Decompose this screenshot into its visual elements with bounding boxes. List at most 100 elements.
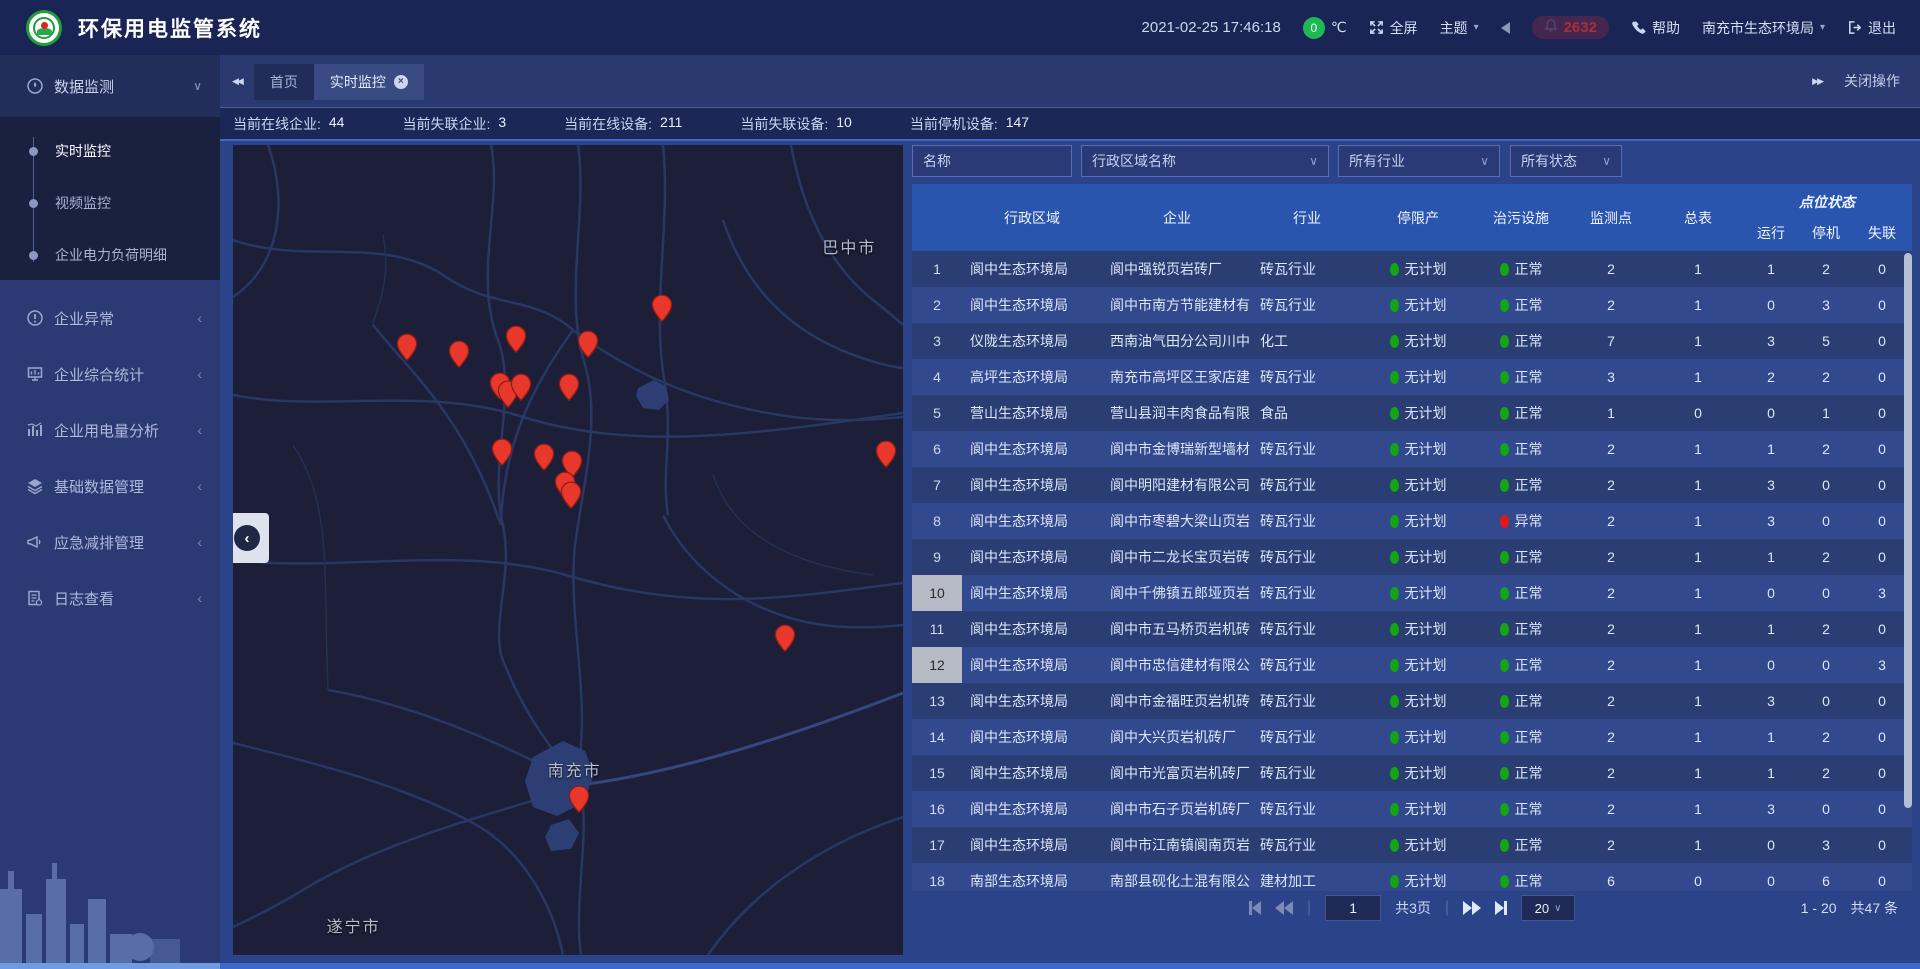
col-industry: 行业: [1252, 184, 1362, 251]
cell-industry: 砖瓦行业: [1252, 611, 1362, 647]
page-number-input[interactable]: 1: [1325, 895, 1381, 921]
map-pin[interactable]: [875, 440, 896, 474]
table-row[interactable]: 7阆中生态环境局阆中明阳建材有限公司砖瓦行业无计划正常21300: [912, 467, 1912, 503]
notification-badge[interactable]: 2632: [1532, 16, 1609, 39]
cell-limit-status: 无计划: [1362, 467, 1474, 503]
table-row[interactable]: 3仪陇生态环境局西南油气田分公司川中化工无计划正常71350: [912, 323, 1912, 359]
chevron-left-icon: ‹: [197, 590, 202, 606]
table-row[interactable]: 11阆中生态环境局阆中市五马桥页岩机砖砖瓦行业无计划正常21120: [912, 611, 1912, 647]
name-input[interactable]: [923, 153, 1061, 169]
next-page-icon[interactable]: [1463, 901, 1481, 915]
map-pin[interactable]: [558, 373, 579, 407]
cell-company: 阆中市金福旺页岩机砖: [1102, 683, 1252, 719]
cell-company: 阆中大兴页岩机砖厂: [1102, 719, 1252, 755]
status-select[interactable]: 所有状态 ∨: [1510, 145, 1622, 177]
map-pin[interactable]: [775, 624, 796, 658]
table-row[interactable]: 2阆中生态环境局阆中市南方节能建材有砖瓦行业无计划正常21030: [912, 287, 1912, 323]
status-dot-green: [1500, 839, 1509, 852]
chevron-down-icon: ∨: [1554, 903, 1561, 914]
cell-industry: 砖瓦行业: [1252, 503, 1362, 539]
cell-stopped: 2: [1800, 431, 1852, 467]
industry-select[interactable]: 所有行业 ∨: [1338, 145, 1500, 177]
close-operations-button[interactable]: 关闭操作: [1844, 71, 1900, 91]
table-row[interactable]: 12阆中生态环境局阆中市忠信建材有限公砖瓦行业无计划正常21003: [912, 647, 1912, 683]
prev-page-icon[interactable]: [1275, 901, 1293, 915]
fullscreen-button[interactable]: 全屏: [1369, 18, 1418, 38]
cell-company: 阆中市忠信建材有限公: [1102, 647, 1252, 683]
cell-lost: 0: [1852, 323, 1912, 359]
table-row[interactable]: 16阆中生态环境局阆中市石子页岩机砖厂砖瓦行业无计划正常21300: [912, 791, 1912, 827]
right-panel: 行政区域名称 ∨ 所有行业 ∨ 所有状态 ∨ 行政区域 企业 行业 停限产 治污…: [912, 145, 1912, 955]
exit-button[interactable]: 退出: [1847, 18, 1896, 38]
cell-region: 阆中生态环境局: [962, 791, 1102, 827]
cell-points: 2: [1568, 611, 1654, 647]
cell-stopped: 1: [1800, 395, 1852, 431]
sidebar-item-basic-data[interactable]: 基础数据管理 ‹: [0, 458, 220, 514]
map-pin[interactable]: [561, 481, 582, 515]
sidebar-item-power-usage-analysis[interactable]: 企业用电量分析 ‹: [0, 402, 220, 458]
map-pin[interactable]: [578, 330, 599, 364]
tabs-scroll-left-icon[interactable]: ◀◀: [220, 76, 254, 87]
cell-facility-status: 正常: [1474, 683, 1568, 719]
speaker-mute-icon[interactable]: [1501, 22, 1510, 34]
map-pin[interactable]: [492, 438, 513, 472]
cell-limit-status: 无计划: [1362, 647, 1474, 683]
tab-close-icon[interactable]: ×: [394, 75, 408, 89]
sidebar-item-log-view[interactable]: 日志查看 ‹: [0, 570, 220, 626]
last-page-icon[interactable]: [1495, 901, 1507, 915]
first-page-icon[interactable]: [1249, 901, 1261, 915]
table-row[interactable]: 8阆中生态环境局阆中市枣碧大梁山页岩砖瓦行业无计划异常21300: [912, 503, 1912, 539]
map-pin[interactable]: [505, 325, 526, 359]
sidebar-item-video-monitor[interactable]: 视频监控: [0, 177, 220, 229]
datetime: 2021-02-25 17:46:18: [1142, 19, 1281, 36]
cell-facility-status: 正常: [1474, 647, 1568, 683]
table-row[interactable]: 13阆中生态环境局阆中市金福旺页岩机砖砖瓦行业无计划正常21300: [912, 683, 1912, 719]
map-pin[interactable]: [449, 340, 470, 374]
table-row[interactable]: 15阆中生态环境局阆中市光富页岩机砖厂砖瓦行业无计划正常21120: [912, 755, 1912, 791]
tab-home[interactable]: 首页: [254, 64, 314, 100]
cell-facility-status: 正常: [1474, 827, 1568, 863]
table-row[interactable]: 10阆中生态环境局阆中千佛镇五郎垭页岩砖瓦行业无计划正常21003: [912, 575, 1912, 611]
cell-industry: 砖瓦行业: [1252, 287, 1362, 323]
cell-company: 阆中市金博瑞新型墙材: [1102, 431, 1252, 467]
page-size-select[interactable]: 20 ∨: [1521, 895, 1575, 921]
cell-points: 2: [1568, 575, 1654, 611]
theme-dropdown[interactable]: 主题 ▾: [1440, 18, 1479, 38]
table-row[interactable]: 4高坪生态环境局南充市高坪区王家店建砖瓦行业无计划正常31220: [912, 359, 1912, 395]
cell-limit-status: 无计划: [1362, 863, 1474, 891]
sidebar-item-enterprise-statistics[interactable]: 企业综合统计 ‹: [0, 346, 220, 402]
cell-lost: 0: [1852, 539, 1912, 575]
tabs-scroll-right-icon[interactable]: ▶▶: [1800, 76, 1834, 87]
region-select[interactable]: 行政区域名称 ∨: [1081, 145, 1329, 177]
sidebar-item-realtime-monitor[interactable]: 实时监控: [0, 125, 220, 177]
status-dot-green: [1390, 659, 1399, 672]
table-row[interactable]: 6阆中生态环境局阆中市金博瑞新型墙材砖瓦行业无计划正常21120: [912, 431, 1912, 467]
map-pin[interactable]: [511, 373, 532, 407]
org-dropdown[interactable]: 南充市生态环境局 ▾: [1702, 18, 1825, 38]
sidebar-item-enterprise-abnormal[interactable]: 企业异常 ‹: [0, 290, 220, 346]
map-pin[interactable]: [569, 784, 590, 818]
table-row[interactable]: 14阆中生态环境局阆中大兴页岩机砖厂砖瓦行业无计划正常21120: [912, 719, 1912, 755]
tab-realtime-monitor[interactable]: 实时监控 ×: [314, 64, 424, 100]
stat-item: 当前失联设备:10: [740, 114, 851, 134]
map-pin[interactable]: [397, 332, 418, 366]
cell-stopped: 2: [1800, 251, 1852, 287]
cell-facility-status: 正常: [1474, 359, 1568, 395]
table-row[interactable]: 1阆中生态环境局阆中强锐页岩砖厂砖瓦行业无计划正常21120: [912, 251, 1912, 287]
sidebar-item-emergency-reduction[interactable]: 应急减排管理 ‹: [0, 514, 220, 570]
map-panel[interactable]: ‹ 巴中市南充市遂宁市: [233, 145, 903, 955]
map-pin[interactable]: [651, 294, 672, 328]
sidebar-group-data-monitoring[interactable]: 数据监测 ∨: [0, 55, 220, 117]
table-row[interactable]: 5营山生态环境局营山县润丰肉食品有限食品无计划正常10010: [912, 395, 1912, 431]
map-pin[interactable]: [533, 443, 554, 477]
cell-industry: 砖瓦行业: [1252, 575, 1362, 611]
map-collapse-button[interactable]: ‹: [233, 513, 269, 563]
table-row[interactable]: 9阆中生态环境局阆中市二龙长宝页岩砖砖瓦行业无计划正常21120: [912, 539, 1912, 575]
cell-meters: 1: [1654, 431, 1742, 467]
table-scrollbar[interactable]: [1904, 253, 1912, 808]
table-row[interactable]: 18南部生态环境局南部县砚化土混有限公建材加工无计划正常60060: [912, 863, 1912, 891]
name-search-input[interactable]: [912, 145, 1072, 177]
sidebar-item-power-load-detail[interactable]: 企业电力负荷明细: [0, 229, 220, 281]
table-row[interactable]: 17阆中生态环境局阆中市江南镇阆南页岩砖瓦行业无计划正常21030: [912, 827, 1912, 863]
help-button[interactable]: 帮助: [1631, 18, 1680, 38]
